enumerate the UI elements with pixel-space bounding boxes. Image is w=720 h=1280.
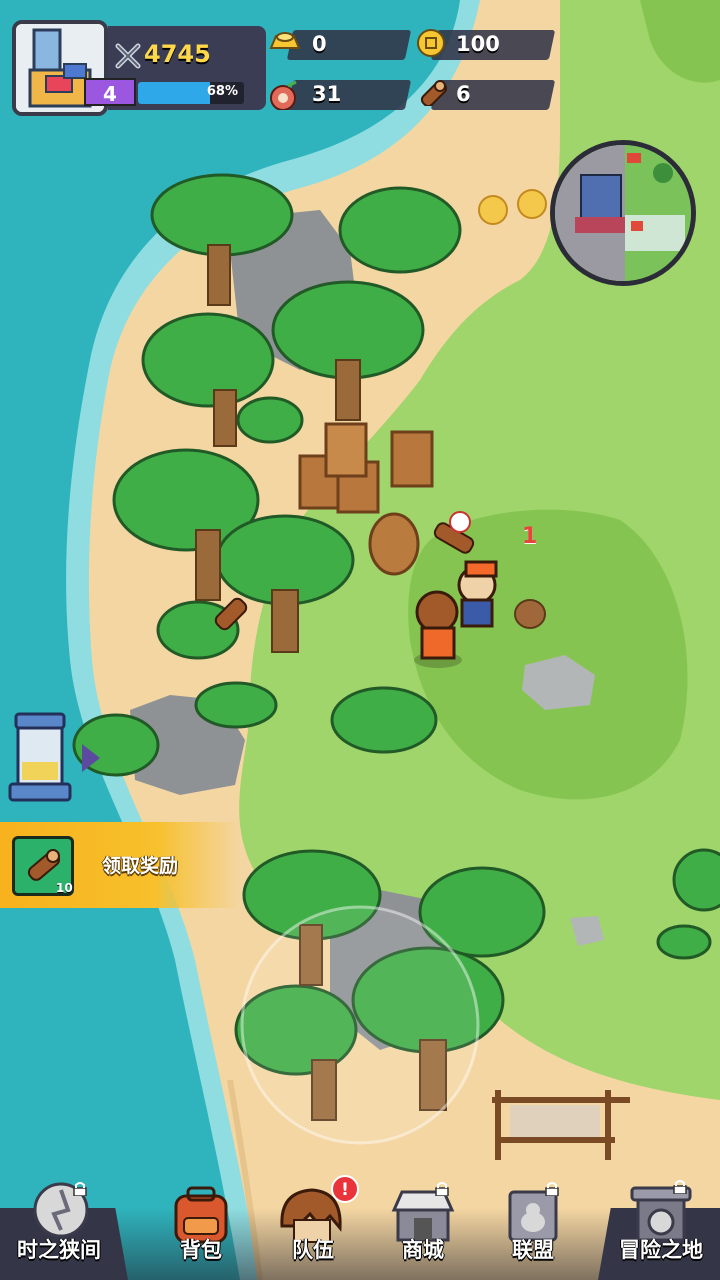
nav-backpack[interactable]: 背包 <box>146 1180 256 1280</box>
resource-gold-ingot[interactable] <box>286 30 412 60</box>
nav-label: 队伍 <box>292 1238 334 1262</box>
nav-adventure-land[interactable]: 冒险之地 <box>606 1180 716 1280</box>
nav-label: 冒险之地 <box>619 1238 703 1262</box>
lock-icon <box>435 1182 449 1196</box>
gold-ingot-icon <box>269 32 301 49</box>
resource-gold-ingot-value: 0 <box>312 32 327 56</box>
xp-bar: 68% <box>138 82 244 104</box>
nav-label: 背包 <box>180 1238 222 1262</box>
crossed-swords-icon <box>115 43 141 69</box>
minimap[interactable] <box>550 140 696 286</box>
reward-item-count: 10 <box>56 881 73 895</box>
minimap-town-icon <box>555 145 691 281</box>
wood-log-icon <box>420 80 448 106</box>
nav-team[interactable]: ! 队伍 <box>258 1175 368 1280</box>
resource-wood[interactable] <box>430 80 556 110</box>
xp-bar-fill <box>138 82 211 104</box>
meat-icon <box>270 80 297 110</box>
nav-label: 时之狭间 <box>17 1238 101 1262</box>
coin-icon <box>417 29 445 57</box>
claim-reward-button[interactable]: 领取奖励 <box>102 851 178 878</box>
nav-shop[interactable]: 商城 <box>368 1180 478 1280</box>
alert-badge-icon: ! <box>331 1175 359 1203</box>
lock-icon <box>73 1182 87 1196</box>
level-badge: 4 <box>84 78 136 106</box>
nav-label: 联盟 <box>512 1238 554 1262</box>
lock-icon <box>673 1180 687 1194</box>
power-value: 4745 <box>144 40 211 68</box>
floating-number: 1 <box>522 524 538 549</box>
resource-coin-value: 100 <box>456 32 500 56</box>
lock-icon <box>545 1182 559 1196</box>
barrel <box>368 512 420 576</box>
resource-meat-value: 31 <box>312 82 342 106</box>
joystick-ring[interactable] <box>240 905 480 1145</box>
dispenser-machine-icon[interactable] <box>6 712 76 804</box>
alert-badge-text: ! <box>341 1180 349 1200</box>
nav-time-rift[interactable]: 时之狭间 <box>4 1180 114 1280</box>
resource-wood-value: 6 <box>456 82 471 106</box>
nav-alliance[interactable]: 联盟 <box>478 1180 588 1280</box>
resource-meat[interactable] <box>286 80 412 110</box>
nav-label: 商城 <box>402 1238 444 1262</box>
xp-percent: 68% <box>206 84 238 99</box>
